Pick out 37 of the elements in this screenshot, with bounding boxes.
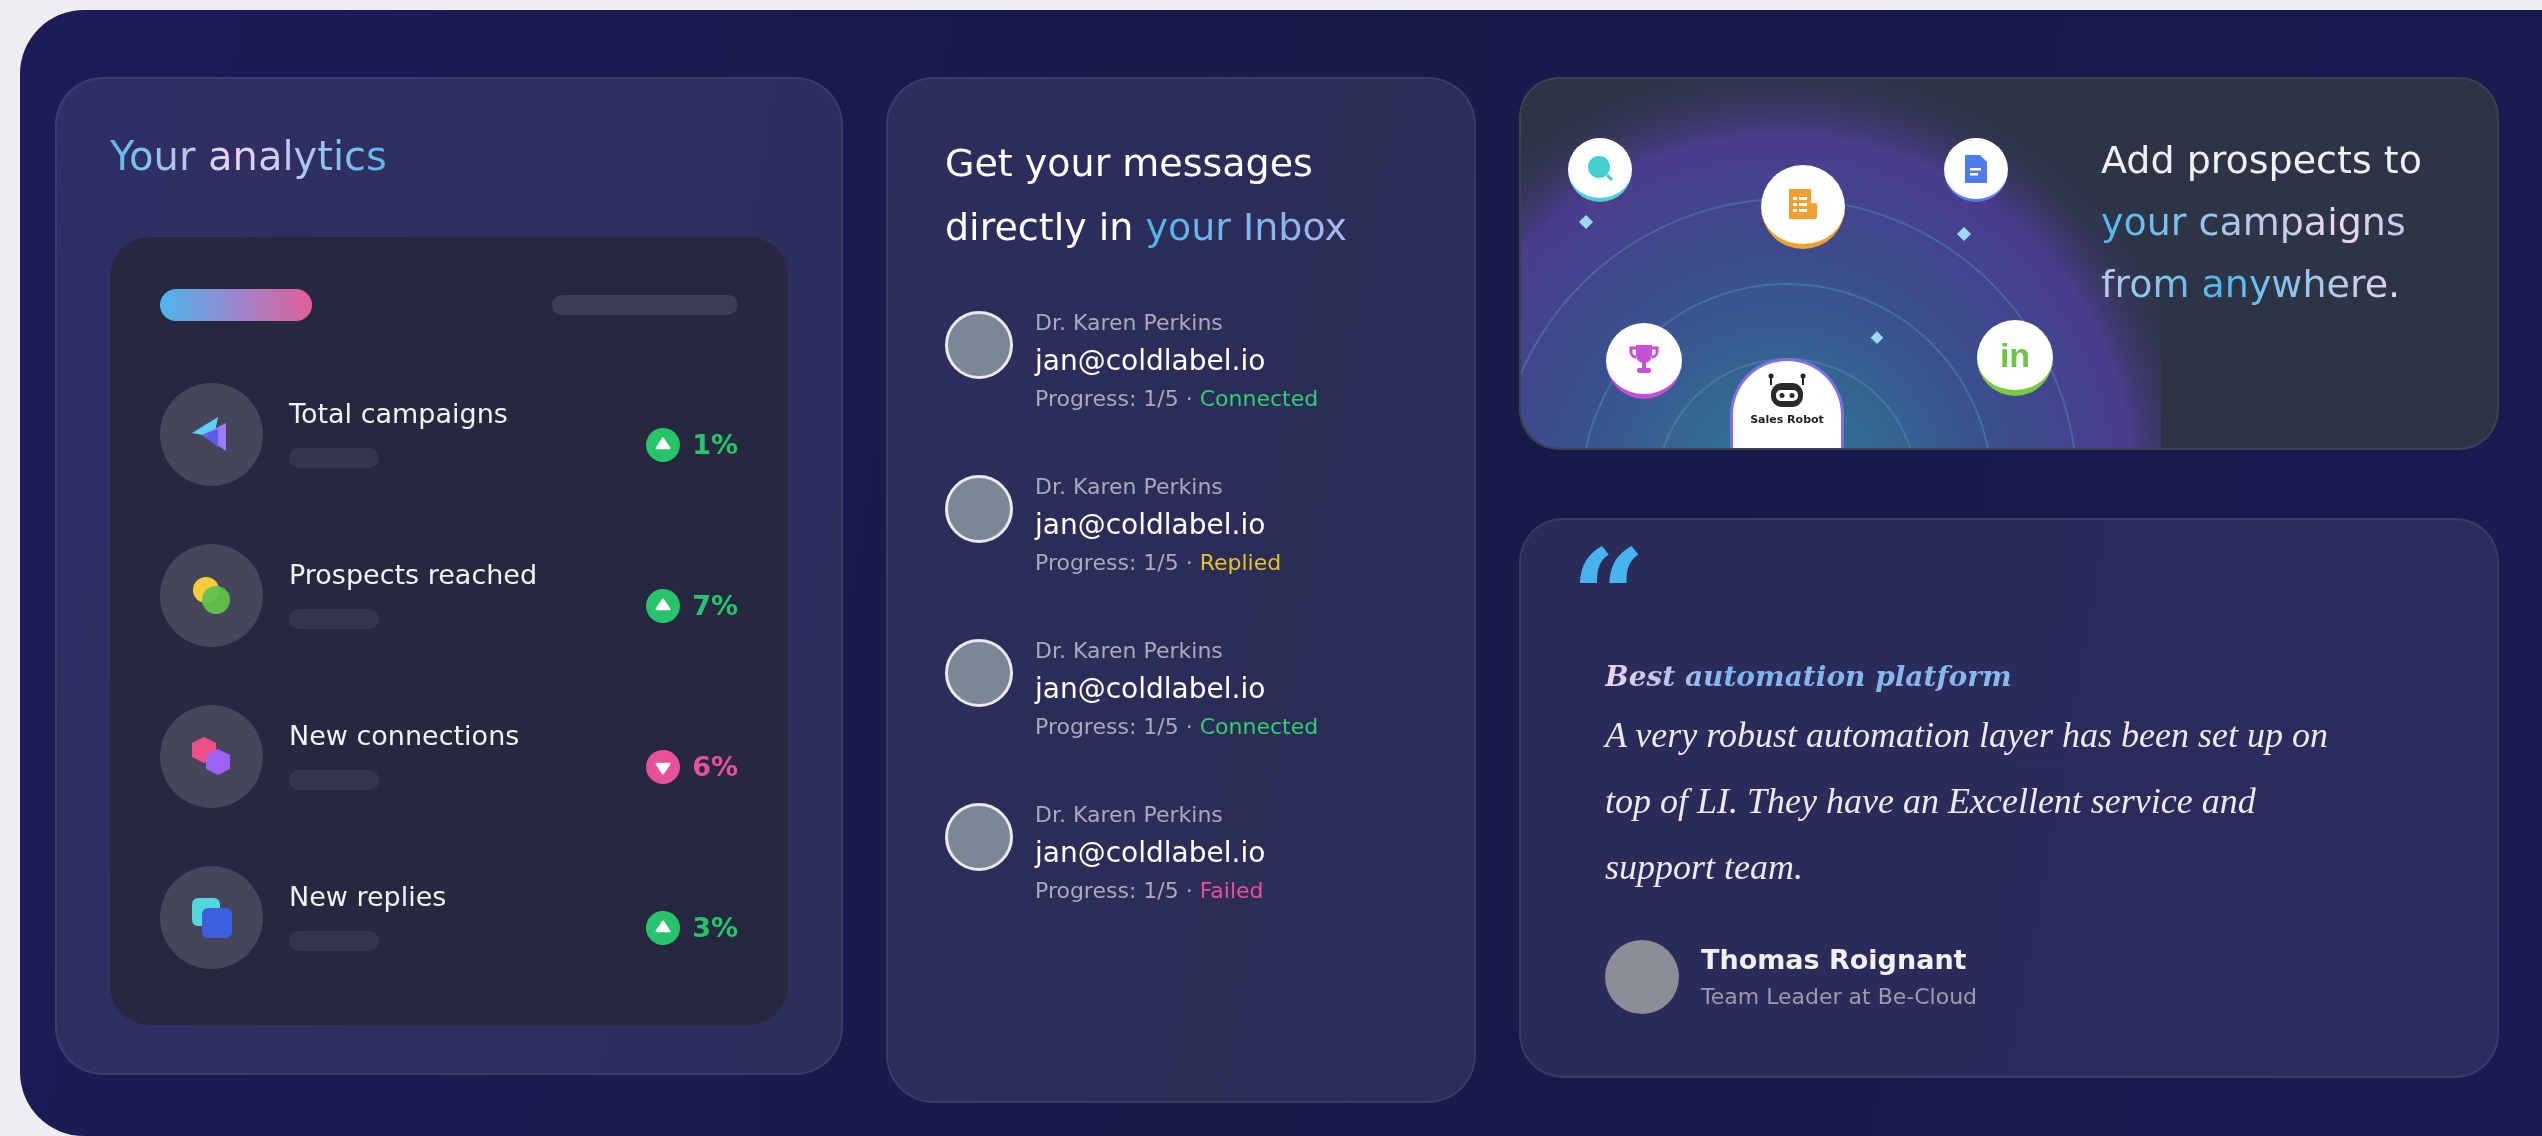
- search-icon: [1585, 153, 1615, 183]
- contact-name: Dr. Karen Perkins: [1035, 473, 1224, 501]
- status-label: Connected: [1199, 713, 1319, 741]
- author-name: Thomas Roignant: [1701, 943, 1968, 977]
- progress-text: Progress: 1/5 ·: [1035, 877, 1193, 905]
- metric-label: New connections: [289, 718, 521, 753]
- author-role: Team Leader at Be-Cloud: [1701, 983, 1978, 1011]
- trend-up-icon: [646, 427, 681, 462]
- status-label: Replied: [1199, 549, 1282, 577]
- progress-text: Progress: 1/5 ·: [1035, 549, 1193, 577]
- card-title: Get your messages directly in your Inbox: [945, 140, 1348, 251]
- trend-down-icon: [646, 749, 681, 784]
- contact-name: Dr. Karen Perkins: [1035, 309, 1224, 337]
- contact-email: jan@coldlabel.io: [1035, 343, 1267, 379]
- change-percent: 7%: [692, 590, 738, 621]
- contact-email: jan@coldlabel.io: [1035, 835, 1266, 871]
- progress-text: Progress: 1/5 ·: [1035, 713, 1193, 741]
- metric-label: New replies: [289, 879, 448, 914]
- linkedin-logo: in: [1999, 335, 2031, 375]
- contact-email: jan@coldlabel.io: [1035, 671, 1267, 707]
- status-label: Failed: [1199, 877, 1264, 905]
- contact-name: Dr. Karen Perkins: [1035, 637, 1224, 665]
- testimonial-text: A very robust automation layer has been set up on top of LI. They have an Excellent service and support team.: [1605, 714, 2329, 889]
- trend-up-icon: [646, 588, 681, 623]
- trend-up-icon: [646, 910, 681, 945]
- contact-name: Dr. Karen Perkins: [1035, 801, 1224, 829]
- change-percent: 3%: [692, 912, 738, 943]
- quote-mark: “: [1571, 542, 1646, 622]
- progress-text: Progress: 1/5 ·: [1035, 385, 1193, 413]
- metric-label: Total campaigns: [289, 396, 509, 431]
- metric-label: Prospects reached: [289, 557, 539, 592]
- document-icon: [1962, 152, 1990, 185]
- change-percent: 1%: [692, 429, 738, 460]
- contact-email: jan@coldlabel.io: [1035, 507, 1267, 543]
- status-label: Connected: [1199, 385, 1319, 413]
- robot-label: Sales Robot: [1750, 413, 1824, 426]
- change-percent: 6%: [692, 751, 738, 782]
